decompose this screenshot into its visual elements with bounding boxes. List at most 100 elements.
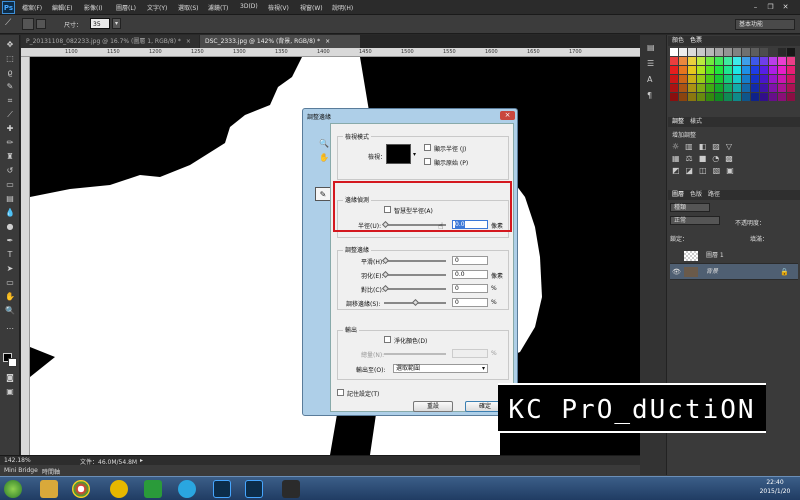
menu-layer[interactable]: 圖層(L)	[116, 3, 136, 12]
menu-image[interactable]: 影像(I)	[84, 3, 102, 12]
menu-window[interactable]: 視窗(W)	[300, 3, 323, 12]
restore-icon[interactable]: ❐	[765, 2, 776, 12]
color-swatch[interactable]	[679, 57, 687, 65]
menu-file[interactable]: 檔案(F)	[22, 3, 42, 12]
contrast-input[interactable]: 0	[452, 284, 488, 293]
color-swatch[interactable]	[742, 48, 750, 56]
crop-tool-icon[interactable]: ⌗	[4, 96, 16, 106]
explorer-icon[interactable]	[40, 480, 58, 498]
color-swatch[interactable]	[751, 93, 759, 101]
color-swatch[interactable]	[688, 75, 696, 83]
color-swatch[interactable]	[724, 48, 732, 56]
color-swatch[interactable]	[697, 66, 705, 74]
tab-layers[interactable]: 圖層	[672, 190, 684, 199]
zoom-tool-icon[interactable]: 🔍	[319, 139, 329, 148]
color-swatch[interactable]	[715, 66, 723, 74]
color-swatch[interactable]	[715, 48, 723, 56]
feather-input[interactable]: 0.0	[452, 270, 488, 279]
color-swatch[interactable]	[760, 93, 768, 101]
color-swatch[interactable]	[769, 57, 777, 65]
color-swatch[interactable]	[787, 75, 795, 83]
color-swatch[interactable]	[751, 48, 759, 56]
color-swatch[interactable]	[688, 57, 696, 65]
menu-filter[interactable]: 濾鏡(T)	[208, 3, 228, 12]
layer-row-selected[interactable]: 👁 背景 🔒	[670, 264, 798, 280]
tab-close-icon[interactable]: ×	[186, 38, 191, 45]
color-swatch[interactable]	[688, 66, 696, 74]
menu-help[interactable]: 說明(H)	[332, 3, 353, 12]
tab-mini-bridge[interactable]: Mini Bridge	[4, 467, 38, 474]
color-swatch[interactable]	[769, 93, 777, 101]
color-swatch[interactable]	[697, 57, 705, 65]
taskbar-clock[interactable]: 22:40 2015/1/20	[752, 478, 798, 496]
menu-view[interactable]: 檢視(V)	[268, 3, 289, 12]
shape-tool-icon[interactable]: ▭	[4, 278, 16, 288]
color-swatch[interactable]	[706, 75, 714, 83]
layer-filter-kind[interactable]: 種類	[670, 203, 710, 212]
shift-edge-input[interactable]: 0	[452, 298, 488, 307]
app-icon[interactable]	[110, 480, 128, 498]
color-swatch[interactable]	[679, 75, 687, 83]
path-select-tool-icon[interactable]: ➤	[4, 264, 16, 274]
color-swatch[interactable]	[733, 57, 741, 65]
color-swatch[interactable]	[688, 93, 696, 101]
color-swatch[interactable]	[751, 75, 759, 83]
color-swatch[interactable]	[760, 66, 768, 74]
color-swatch[interactable]	[769, 84, 777, 92]
color-swatch[interactable]	[733, 48, 741, 56]
screen-mode-icon[interactable]: ▣	[4, 387, 16, 397]
show-original-checkbox[interactable]	[424, 158, 431, 165]
color-swatch[interactable]	[733, 84, 741, 92]
brush-size-input[interactable]: 35	[90, 18, 110, 29]
tab-swatches[interactable]: 色票	[690, 36, 702, 45]
chrome-icon[interactable]	[72, 480, 90, 498]
color-swatch[interactable]	[724, 57, 732, 65]
smooth-input[interactable]: 0	[452, 256, 488, 265]
color-swatch[interactable]	[760, 84, 768, 92]
color-swatch[interactable]	[715, 84, 723, 92]
tab-paths[interactable]: 路徑	[708, 190, 720, 199]
background-color-swatch[interactable]	[8, 358, 17, 367]
color-swatch[interactable]	[706, 66, 714, 74]
color-swatch[interactable]	[751, 66, 759, 74]
color-swatch[interactable]	[787, 57, 795, 65]
type-tool-icon[interactable]: T	[4, 250, 16, 260]
tab-timeline[interactable]: 時間軸	[42, 467, 60, 476]
color-swatch[interactable]	[787, 93, 795, 101]
history-brush-icon[interactable]: ↺	[4, 166, 16, 176]
close-window-icon[interactable]: ✕	[780, 2, 791, 12]
status-arrow-icon[interactable]: ▸	[140, 457, 143, 464]
adjustment-icons-row3[interactable]: ◩◪◫▧▣	[672, 166, 740, 175]
eye-icon[interactable]: 👁	[672, 264, 681, 280]
menu-3d[interactable]: 3D(D)	[240, 3, 258, 10]
gradient-tool-icon[interactable]: ▤	[4, 194, 16, 204]
color-swatch[interactable]	[742, 84, 750, 92]
smooth-slider[interactable]	[384, 260, 446, 262]
brush-tool-icon[interactable]: ⟋	[5, 18, 11, 28]
color-swatch[interactable]	[706, 84, 714, 92]
feather-slider[interactable]	[384, 274, 446, 276]
eraser-tool-icon[interactable]: ▭	[4, 180, 16, 190]
adjustment-icons-row1[interactable]: ☼▥◧▨▽	[672, 142, 738, 151]
color-swatch[interactable]	[760, 75, 768, 83]
decontaminate-checkbox[interactable]	[384, 336, 391, 343]
view-dropdown-icon[interactable]: ▾	[413, 151, 416, 158]
color-swatch[interactable]	[697, 84, 705, 92]
photoshop-taskbar-icon-2[interactable]	[245, 480, 263, 498]
tab-close-icon[interactable]: ×	[325, 38, 330, 45]
color-swatch[interactable]	[679, 93, 687, 101]
color-swatch[interactable]	[670, 48, 678, 56]
color-swatch[interactable]	[751, 57, 759, 65]
photoshop-taskbar-icon[interactable]	[213, 480, 231, 498]
tab-color[interactable]: 顏色	[672, 36, 684, 45]
minimize-icon[interactable]: –	[750, 2, 761, 12]
quick-mask-icon[interactable]: ◙	[4, 373, 16, 383]
menu-type[interactable]: 文字(Y)	[147, 3, 167, 12]
color-swatch[interactable]	[778, 57, 786, 65]
history-icon[interactable]: ▤	[647, 43, 655, 52]
color-swatch[interactable]	[724, 66, 732, 74]
reset-button[interactable]: 重設	[413, 401, 453, 412]
move-tool-icon[interactable]: ✥	[4, 40, 16, 50]
color-swatch[interactable]	[688, 84, 696, 92]
tab-adjustments[interactable]: 調整	[672, 117, 684, 126]
